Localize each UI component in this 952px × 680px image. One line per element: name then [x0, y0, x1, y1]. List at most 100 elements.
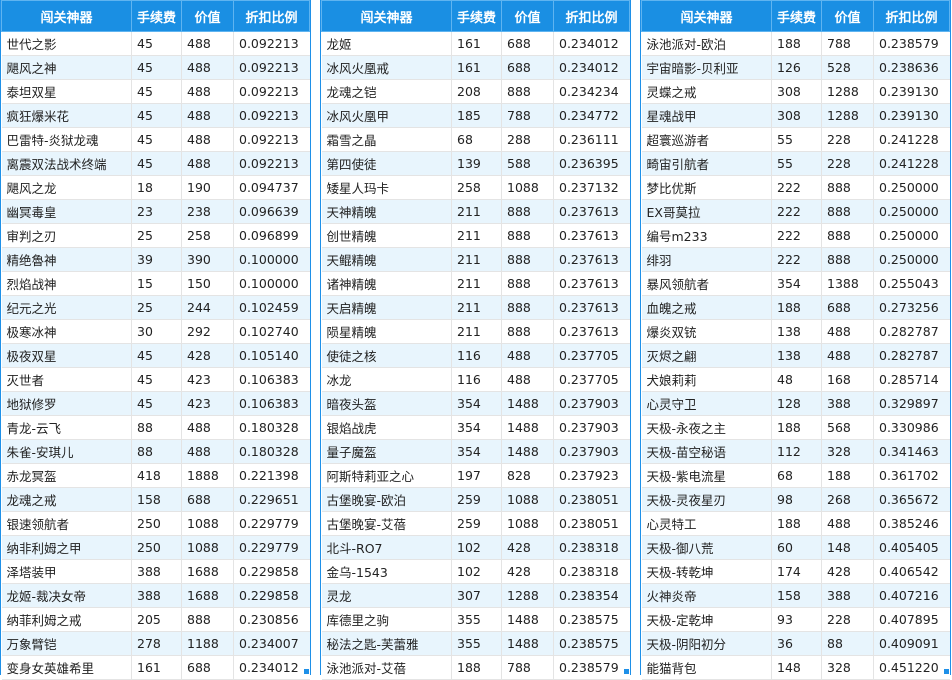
cell-name: 古堡晚宴-欧泊 — [321, 487, 452, 512]
table-row: 暗夜头盔 354 1488 0.237903 — [321, 391, 630, 416]
cell-ratio: 0.237903 — [553, 391, 630, 416]
cell-fee: 211 — [451, 271, 502, 296]
cell-value: 488 — [181, 127, 234, 152]
cell-ratio: 0.406542 — [873, 559, 950, 584]
cell-fee: 222 — [771, 223, 822, 248]
table-row: 泽塔装甲 388 1688 0.229858 — [1, 559, 310, 584]
table-row: 龙魂之戒 158 688 0.229651 — [1, 487, 310, 512]
table-row: 编号m233 222 888 0.250000 — [641, 223, 950, 248]
cell-fee: 211 — [451, 199, 502, 224]
table-row: 秘法之匙-芙蕾雅 355 1488 0.238575 — [321, 631, 630, 656]
cell-name: 天极-灵夜星刃 — [641, 487, 772, 512]
table-row: 天极-御八荒 60 148 0.405405 — [641, 535, 950, 560]
cell-name: 灭世者 — [1, 367, 132, 392]
table-header-row: 闯关神器 手续费 价值 折扣比例 — [641, 0, 950, 32]
cell-fee: 128 — [771, 391, 822, 416]
cell-value: 388 — [821, 583, 874, 608]
table-row: 血魄之戒 188 688 0.273256 — [641, 295, 950, 320]
table-row: 天极-阴阳初分 36 88 0.409091 — [641, 631, 950, 656]
cell-ratio: 0.094737 — [233, 175, 310, 200]
cell-ratio: 0.229858 — [233, 559, 310, 584]
cell-name: 心灵守卫 — [641, 391, 772, 416]
cell-ratio: 0.250000 — [873, 199, 950, 224]
cell-name: 冰风火凰戒 — [321, 55, 452, 80]
table-row: 灭烬之翩 138 488 0.282787 — [641, 343, 950, 368]
table-row: 泳池派对-欧泊 188 788 0.238579 — [641, 31, 950, 56]
cell-value: 423 — [181, 391, 234, 416]
table-row: 飓风之龙 18 190 0.094737 — [1, 175, 310, 200]
cell-name: 天神精魄 — [321, 199, 452, 224]
cell-name: 爆炎双铳 — [641, 319, 772, 344]
cell-name: 天极-转乾坤 — [641, 559, 772, 584]
cell-ratio: 0.234012 — [233, 655, 310, 680]
cell-fee: 25 — [131, 295, 182, 320]
cell-ratio: 0.238579 — [553, 655, 630, 680]
cell-value: 1688 — [181, 559, 234, 584]
table-row: 纪元之光 25 244 0.102459 — [1, 295, 310, 320]
cell-ratio: 0.237903 — [553, 439, 630, 464]
cell-ratio: 0.237613 — [553, 247, 630, 272]
cell-name: 血魄之戒 — [641, 295, 772, 320]
table-row: 能猫背包 148 328 0.451220 — [641, 655, 950, 680]
cell-value: 328 — [821, 655, 874, 680]
cell-fee: 174 — [771, 559, 822, 584]
cell-name: 梦比优斯 — [641, 175, 772, 200]
cell-value: 1388 — [821, 271, 874, 296]
header-value: 价值 — [501, 0, 554, 32]
cell-fee: 60 — [771, 535, 822, 560]
cell-ratio: 0.361702 — [873, 463, 950, 488]
cell-ratio: 0.106383 — [233, 391, 310, 416]
cell-ratio: 0.100000 — [233, 247, 310, 272]
table-row: 量子魔盔 354 1488 0.237903 — [321, 439, 630, 464]
table-row: 审判之刃 25 258 0.096899 — [1, 223, 310, 248]
cell-fee: 188 — [771, 511, 822, 536]
cell-ratio: 0.250000 — [873, 175, 950, 200]
table-row: 霜雪之晶 68 288 0.236111 — [321, 127, 630, 152]
cell-ratio: 0.096639 — [233, 199, 310, 224]
table-row: 天极-灵夜星刃 98 268 0.365672 — [641, 487, 950, 512]
header-fee: 手续费 — [131, 0, 182, 32]
cell-name: 阿斯特莉亚之心 — [321, 463, 452, 488]
cell-value: 488 — [501, 367, 554, 392]
cell-value: 888 — [821, 223, 874, 248]
cell-value: 390 — [181, 247, 234, 272]
table-row: 世代之影 45 488 0.092213 — [1, 31, 310, 56]
table-row: 泳池派对-艾蓓 188 788 0.238579 — [321, 655, 630, 680]
table-row: EX哥莫拉 222 888 0.250000 — [641, 199, 950, 224]
cell-value: 688 — [501, 31, 554, 56]
cell-name: 宇宙暗影-贝利亚 — [641, 55, 772, 80]
cell-name: 编号m233 — [641, 223, 772, 248]
cell-name: 离震双法战术终端 — [1, 151, 132, 176]
cell-name: 审判之刃 — [1, 223, 132, 248]
cell-value: 1088 — [501, 511, 554, 536]
table-row: 天神精魄 211 888 0.237613 — [321, 199, 630, 224]
cell-name: 纪元之光 — [1, 295, 132, 320]
cell-value: 1488 — [501, 607, 554, 632]
table-row: 精绝魯神 39 390 0.100000 — [1, 247, 310, 272]
cell-ratio: 0.237613 — [553, 199, 630, 224]
table-row: 赤龙冥盔 418 1888 0.221398 — [1, 463, 310, 488]
table-row: 宇宙暗影-贝利亚 126 528 0.238636 — [641, 55, 950, 80]
table-row: 陨星精魄 211 888 0.237613 — [321, 319, 630, 344]
cell-value: 488 — [181, 151, 234, 176]
cell-ratio: 0.238575 — [553, 631, 630, 656]
cell-fee: 102 — [451, 535, 502, 560]
cell-value: 1488 — [501, 631, 554, 656]
cell-value: 488 — [181, 31, 234, 56]
table-row: 创世精魄 211 888 0.237613 — [321, 223, 630, 248]
cell-ratio: 0.234007 — [233, 631, 310, 656]
cell-name: 天极-御八荒 — [641, 535, 772, 560]
cell-value: 488 — [181, 415, 234, 440]
cell-value: 488 — [181, 439, 234, 464]
table-row: 梦比优斯 222 888 0.250000 — [641, 175, 950, 200]
table-row: 暴风领航者 354 1388 0.255043 — [641, 271, 950, 296]
cell-fee: 250 — [131, 511, 182, 536]
cell-fee: 188 — [771, 31, 822, 56]
cell-fee: 158 — [131, 487, 182, 512]
table-row: 冰风火凰戒 161 688 0.234012 — [321, 55, 630, 80]
cell-ratio: 0.237705 — [553, 367, 630, 392]
cell-fee: 138 — [771, 319, 822, 344]
cell-value: 238 — [181, 199, 234, 224]
cell-fee: 205 — [131, 607, 182, 632]
cell-value: 888 — [501, 295, 554, 320]
